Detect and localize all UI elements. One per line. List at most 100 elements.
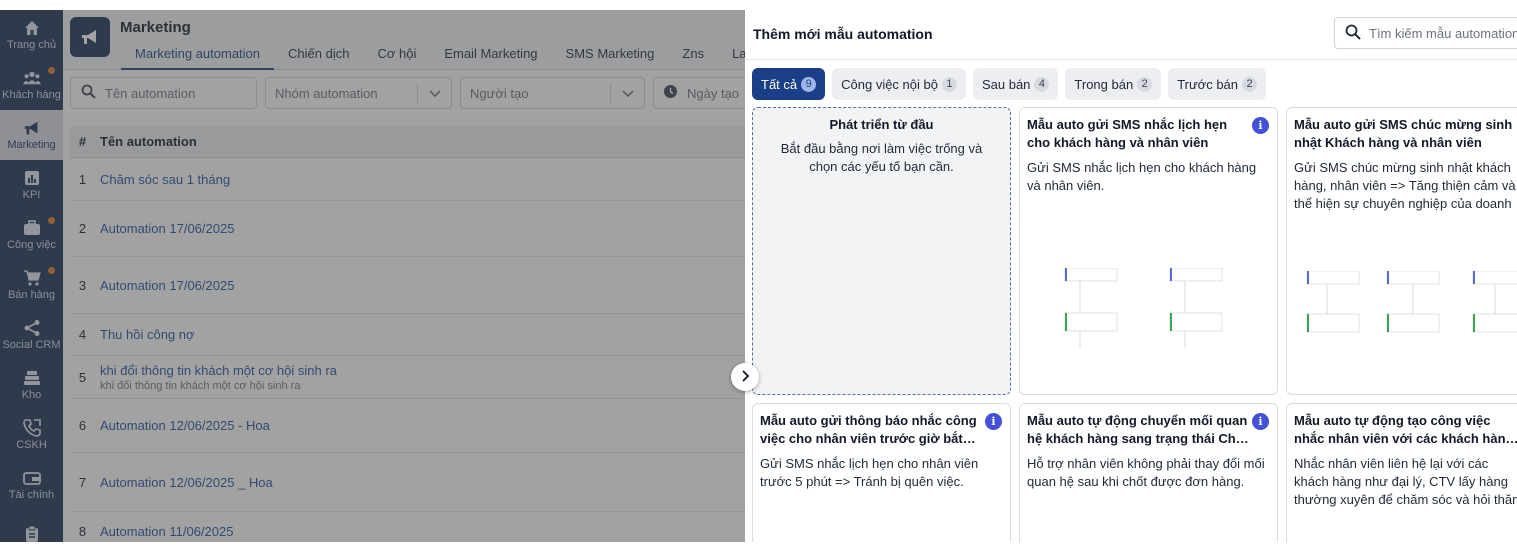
row-number: 2 bbox=[78, 221, 87, 236]
chevron-right-icon bbox=[741, 369, 750, 385]
table-row[interactable]: 1 Chăm sóc sau 1 tháng bbox=[70, 158, 745, 201]
automation-name-link[interactable]: Automation 12/06/2025 _ Hoa bbox=[100, 475, 273, 490]
tab-landing[interactable]: Lan bbox=[718, 46, 745, 70]
creator-placeholder: Người tạo bbox=[470, 85, 529, 101]
automation-description: khi đổi thông tin khách một cơ hội sinh … bbox=[100, 379, 301, 392]
wallet-icon bbox=[22, 469, 41, 487]
page-header: Marketing Marketing automation Chiến dịc… bbox=[63, 10, 745, 70]
chevron-down-icon bbox=[417, 84, 451, 104]
template-search-input[interactable]: Tìm kiếm mẫu automation bbox=[1334, 17, 1517, 49]
collapse-drawer-button[interactable] bbox=[731, 363, 759, 391]
card-description: Hỗ trợ nhân viên không phải thay đổi mối… bbox=[1027, 456, 1265, 489]
nav-item-home[interactable]: Trang chủ bbox=[0, 10, 63, 60]
template-card[interactable]: Mẫu auto tự động chuyển mối quan hệ khác… bbox=[1019, 403, 1278, 542]
chart-icon bbox=[23, 169, 41, 187]
nav-item-customers[interactable]: Khách hàng bbox=[0, 60, 63, 110]
automation-name-link[interactable]: khi đổi thông tin khách một cơ hội sinh … bbox=[100, 363, 337, 378]
nav-label: Công việc bbox=[7, 239, 56, 251]
automation-name-link[interactable]: Automation 11/06/2025 bbox=[100, 524, 233, 539]
nav-label: KPI bbox=[22, 189, 41, 201]
marketing-module-icon bbox=[70, 17, 110, 57]
automation-name-link[interactable]: Thu hồi công nợ bbox=[100, 327, 195, 342]
chip-label: Sau bán bbox=[981, 76, 1031, 92]
nav-item-more[interactable] bbox=[0, 510, 63, 560]
briefcase-icon bbox=[23, 219, 41, 237]
home-icon bbox=[23, 19, 41, 37]
tab-opportunities[interactable]: Cơ hội bbox=[363, 46, 430, 70]
chip-all[interactable]: Tất cả 9 bbox=[752, 68, 826, 100]
nav-item-kpi[interactable]: KPI bbox=[0, 160, 63, 210]
chip-count: 9 bbox=[801, 76, 817, 92]
nav-label: Tài chính bbox=[8, 489, 55, 501]
nav-item-finance[interactable]: Tài chính bbox=[0, 460, 63, 510]
automation-name-link[interactable]: Automation 12/06/2025 - Hoa bbox=[100, 418, 270, 433]
automation-name-link[interactable]: Chăm sóc sau 1 tháng bbox=[100, 172, 230, 187]
nav-item-sales[interactable]: Bán hàng bbox=[0, 260, 63, 310]
group-placeholder: Nhóm automation bbox=[275, 85, 378, 101]
automation-name-link[interactable]: Automation 17/06/2025 bbox=[100, 278, 234, 293]
row-number: 1 bbox=[78, 171, 87, 187]
card-description: Gửi SMS nhắc lịch hẹn cho nhân viên trướ… bbox=[760, 456, 979, 489]
table-row[interactable]: 4 Thu hồi công nợ bbox=[70, 314, 745, 356]
col-num-header: # bbox=[78, 134, 87, 149]
template-drawer: Thêm mới mẫu automation Tìm kiếm mẫu aut… bbox=[745, 10, 1517, 542]
table-row[interactable]: 8 Automation 11/06/2025 bbox=[70, 512, 745, 542]
chip-internal-work[interactable]: Công việc nội bộ 1 bbox=[832, 68, 966, 100]
card-description: Gửi SMS chúc mừng sinh nhật khách hàng, … bbox=[1294, 160, 1516, 215]
chip-count: 2 bbox=[1137, 76, 1153, 92]
created-date-filter[interactable]: Ngày tạo bbox=[653, 77, 745, 109]
template-card[interactable]: Mẫu auto tự động tạo công việc nhắc nhân… bbox=[1286, 403, 1517, 542]
flow-preview-thumbnail bbox=[1064, 268, 1223, 348]
card-title: Mẫu auto tự động tạo công việc nhắc nhân… bbox=[1294, 413, 1514, 446]
chevron-down-icon bbox=[610, 84, 644, 104]
nav-label: Kho bbox=[21, 389, 42, 401]
table-row[interactable]: 6 Automation 12/06/2025 - Hoa bbox=[70, 399, 745, 453]
cart-icon bbox=[23, 269, 41, 287]
module-tabs: Marketing automation Chiến dịch Cơ hội E… bbox=[121, 46, 745, 70]
automation-group-select[interactable]: Nhóm automation bbox=[265, 77, 452, 109]
clipboard-icon bbox=[23, 525, 41, 543]
template-card[interactable]: Mẫu auto gửi SMS nhắc lịch hẹn cho khách… bbox=[1019, 107, 1278, 395]
chip-during-sale[interactable]: Trong bán 2 bbox=[1065, 68, 1162, 100]
creator-select[interactable]: Người tạo bbox=[460, 77, 645, 109]
page-title: Marketing bbox=[120, 19, 191, 36]
search-placeholder: Tên automation bbox=[105, 85, 196, 101]
main-content: Marketing Marketing automation Chiến dịc… bbox=[63, 10, 745, 542]
template-card-blank[interactable]: Phát triển từ đầu Bắt đầu bằng nơi làm v… bbox=[752, 107, 1011, 395]
card-title: Phát triển từ đầu bbox=[829, 117, 934, 132]
nav-item-social-crm[interactable]: Social CRM bbox=[0, 310, 63, 360]
nav-item-cskh[interactable]: CSKH bbox=[0, 410, 63, 460]
search-icon bbox=[81, 84, 96, 102]
automation-name-link[interactable]: Automation 17/06/2025 bbox=[100, 221, 234, 236]
tab-campaigns[interactable]: Chiến dịch bbox=[274, 46, 363, 70]
nav-item-warehouse[interactable]: Kho bbox=[0, 360, 63, 410]
tab-sms-marketing[interactable]: SMS Marketing bbox=[552, 46, 669, 70]
phone-icon bbox=[22, 419, 41, 437]
info-icon[interactable]: i bbox=[1252, 413, 1269, 430]
nav-item-marketing[interactable]: Marketing bbox=[0, 110, 63, 160]
template-card[interactable]: Mẫu auto gửi thông báo nhắc công việc ch… bbox=[752, 403, 1011, 542]
automation-table: # Tên automation 1 Chăm sóc sau 1 tháng … bbox=[70, 126, 745, 542]
tab-email-marketing[interactable]: Email Marketing bbox=[430, 46, 551, 70]
chip-after-sale[interactable]: Sau bán 4 bbox=[972, 68, 1059, 100]
info-icon[interactable]: i bbox=[985, 413, 1002, 430]
info-icon[interactable]: i bbox=[1252, 117, 1269, 134]
tab-zns[interactable]: Zns bbox=[668, 46, 718, 70]
search-icon bbox=[1345, 24, 1361, 43]
chip-count: 1 bbox=[941, 76, 957, 92]
tab-marketing-automation[interactable]: Marketing automation bbox=[121, 46, 275, 70]
card-title: Mẫu auto gửi SMS chúc mừng sinh nhật Khá… bbox=[1294, 117, 1513, 150]
table-row[interactable]: 7 Automation 12/06/2025 _ Hoa bbox=[70, 453, 745, 512]
col-name-header: Tên automation bbox=[100, 134, 197, 149]
card-description: Gửi SMS nhắc lịch hẹn cho khách hàng và … bbox=[1027, 160, 1257, 193]
template-card[interactable]: Mẫu auto gửi SMS chúc mừng sinh nhật Khá… bbox=[1286, 107, 1517, 395]
table-row[interactable]: 3 Automation 17/06/2025 bbox=[70, 257, 745, 314]
chip-before-sale[interactable]: Trước bán 2 bbox=[1168, 68, 1267, 100]
chip-label: Trong bán bbox=[1074, 76, 1134, 92]
chip-label: Trước bán bbox=[1177, 76, 1239, 92]
table-row[interactable]: 2 Automation 17/06/2025 bbox=[70, 201, 745, 257]
nav-label: Bán hàng bbox=[7, 289, 56, 301]
table-row[interactable]: 5 khi đổi thông tin khách một cơ hội sin… bbox=[70, 356, 745, 399]
automation-name-search[interactable]: Tên automation bbox=[70, 77, 257, 109]
nav-item-tasks[interactable]: Công việc bbox=[0, 210, 63, 260]
